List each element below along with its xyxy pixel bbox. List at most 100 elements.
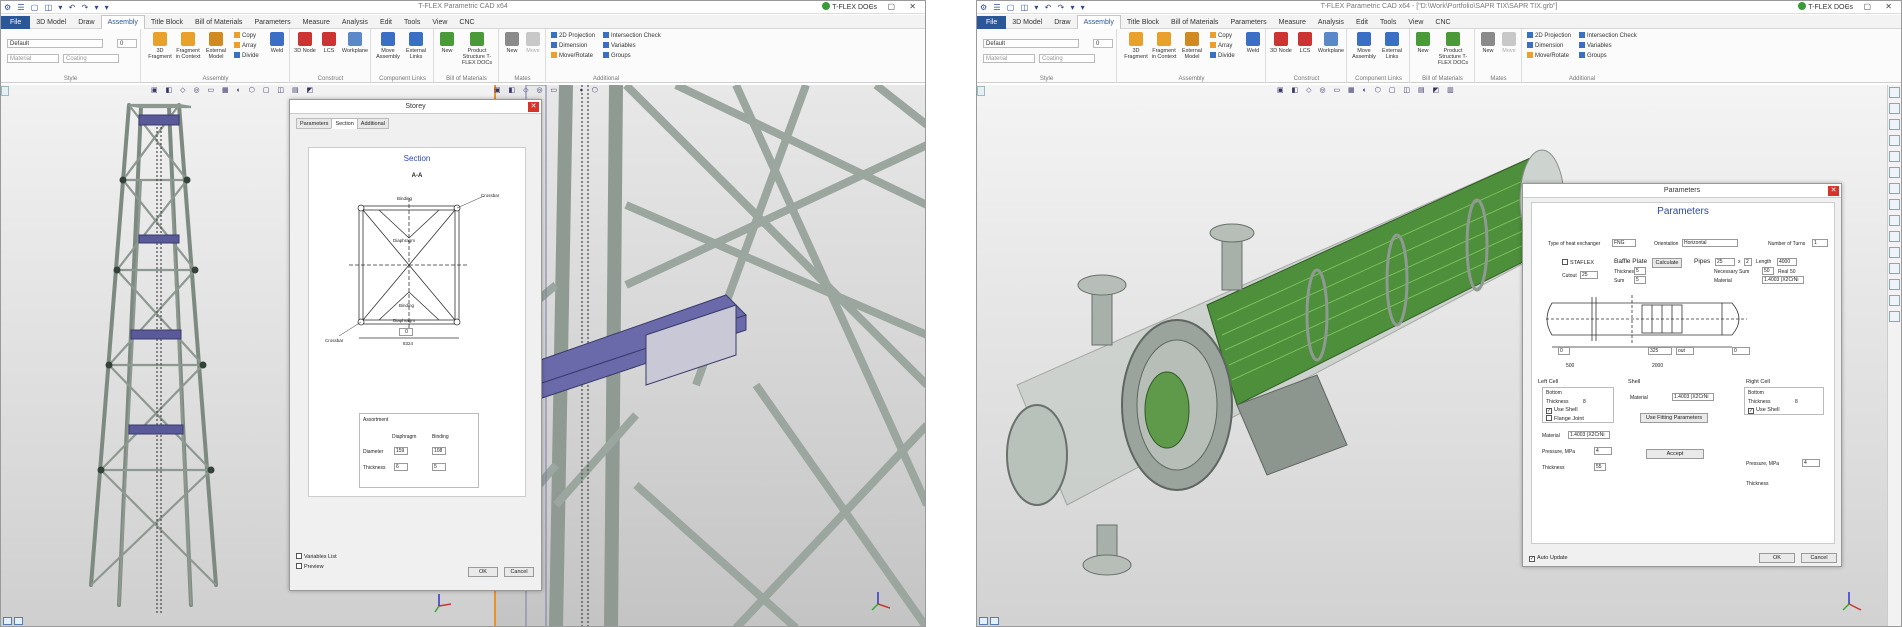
ok-button[interactable]: OK	[1759, 553, 1795, 563]
layer-field[interactable]: 0	[117, 39, 137, 48]
thickness-binding-field[interactable]: 5	[432, 463, 446, 471]
fit-icon[interactable]	[1889, 183, 1900, 194]
layer-field[interactable]: 0	[1093, 39, 1113, 48]
tool-copy[interactable]: Copy	[234, 32, 256, 40]
tool-product-structure[interactable]: Product Structure T-FLEX DOCs	[457, 32, 497, 66]
tool-external-links[interactable]: External Links	[402, 32, 430, 60]
right-dim-dropdown[interactable]: 0	[1732, 347, 1750, 355]
menu-cnc[interactable]: CNC	[453, 16, 480, 30]
tool-copy[interactable]: Copy	[1210, 32, 1232, 40]
menu-view[interactable]: View	[426, 16, 453, 30]
tool-intersection-check[interactable]: Intersection Check	[603, 32, 661, 40]
pipes-x-field[interactable]: 2	[1744, 258, 1752, 266]
menu-analysis[interactable]: Analysis	[1312, 16, 1350, 30]
tool-divide[interactable]: Divide	[234, 52, 259, 60]
tool-mates-new[interactable]: New	[502, 32, 522, 54]
statusbar-icon[interactable]	[14, 617, 23, 625]
ok-button[interactable]: OK	[468, 567, 498, 577]
menu-edit[interactable]: Edit	[374, 16, 398, 30]
section-icon[interactable]	[1889, 215, 1900, 226]
menu-measure[interactable]: Measure	[1273, 16, 1312, 30]
type-dropdown[interactable]: FNG	[1612, 239, 1636, 247]
diameter-diaphragm-field[interactable]: 159	[394, 447, 408, 455]
material-dropdown[interactable]: Material	[983, 54, 1035, 63]
pipes-field[interactable]: 25	[1715, 258, 1735, 266]
material-dropdown[interactable]: Material	[7, 54, 59, 63]
tool-array[interactable]: Array	[1210, 42, 1232, 50]
render-icon[interactable]	[1889, 231, 1900, 242]
statusbar-icon[interactable]	[3, 617, 12, 625]
menu-parameters[interactable]: Parameters	[1224, 16, 1272, 30]
menu-title-block[interactable]: Title Block	[145, 16, 189, 30]
menu-file[interactable]: File	[1, 16, 31, 30]
tool-variables[interactable]: Variables	[603, 42, 636, 50]
diameter-binding-field[interactable]: 108	[432, 447, 446, 455]
left-material-dropdown[interactable]: 1.4003 (X2CrNi	[1568, 431, 1610, 439]
tool-workplane[interactable]: Workplane	[1317, 32, 1345, 54]
tool-3d-fragment[interactable]: 3D Fragment	[146, 32, 174, 60]
tool-dimension[interactable]: Dimension	[1527, 42, 1563, 50]
close-icon[interactable]: ✕	[528, 102, 539, 112]
thickness-bottom-field[interactable]: 55	[1594, 463, 1606, 471]
left-use-shell-checkbox[interactable]: ✓ Use Shell	[1546, 407, 1578, 414]
tool-lcs[interactable]: LCS	[317, 32, 341, 54]
turns-dropdown[interactable]: 1	[1812, 239, 1828, 247]
dim-small-field[interactable]: 0	[1558, 347, 1570, 355]
style-dropdown[interactable]: Default	[7, 39, 103, 48]
tab-additional[interactable]: Additional	[356, 118, 389, 129]
measure-icon[interactable]	[1889, 295, 1900, 306]
cancel-button[interactable]: Cancel	[504, 567, 534, 577]
tool-weld[interactable]: Weld	[1242, 32, 1264, 54]
coating-dropdown[interactable]: Coating	[1039, 54, 1095, 63]
variables-list-checkbox[interactable]: Variables List	[296, 553, 337, 561]
menu-assembly[interactable]: Assembly	[100, 15, 145, 30]
coating-dropdown[interactable]: Coating	[63, 54, 119, 63]
tool-2d-projection[interactable]: 2D Projection	[551, 32, 595, 40]
menu-measure[interactable]: Measure	[297, 16, 336, 30]
use-fitting-button[interactable]: Use Fitting Parameters	[1640, 413, 1708, 423]
tab-section[interactable]: Section	[331, 118, 358, 129]
thickness-diaphragm-field[interactable]: 6	[394, 463, 408, 471]
tool-mates-new[interactable]: New	[1478, 32, 1498, 54]
length-field[interactable]: 4000	[1777, 258, 1797, 266]
tool-divide[interactable]: Divide	[1210, 52, 1235, 60]
menu-3d-model[interactable]: 3D Model	[1006, 16, 1048, 30]
row-field[interactable]: 50	[1762, 267, 1774, 275]
tool-fragment-in-context[interactable]: Fragment in Context	[1150, 32, 1178, 60]
right-use-shell-checkbox[interactable]: ✓ Use Shell	[1748, 407, 1780, 414]
style-dropdown[interactable]: Default	[983, 39, 1079, 48]
menu-view[interactable]: View	[1402, 16, 1429, 30]
menu-tools[interactable]: Tools	[398, 16, 426, 30]
statusbar-icon[interactable]	[979, 617, 988, 625]
tool-weld[interactable]: Weld	[266, 32, 288, 54]
diameter-field[interactable]: 325	[1648, 347, 1672, 355]
menu-assembly[interactable]: Assembly	[1076, 15, 1121, 30]
thickness-field[interactable]: 5	[1634, 267, 1646, 275]
tool-mates-move[interactable]: Move	[1499, 32, 1519, 54]
tool-external-model[interactable]: External Model	[1178, 32, 1206, 60]
preview-checkbox[interactable]: Preview	[296, 563, 324, 571]
view-icon[interactable]	[1889, 199, 1900, 210]
rotate-icon[interactable]	[1889, 167, 1900, 178]
tool-intersection-check[interactable]: Intersection Check	[1579, 32, 1637, 40]
menu-tools[interactable]: Tools	[1374, 16, 1402, 30]
tool-lcs[interactable]: LCS	[1293, 32, 1317, 54]
tool-bom-new[interactable]: New	[437, 32, 457, 54]
menu-bom[interactable]: Bill of Materials	[1165, 16, 1224, 30]
menu-cnc[interactable]: CNC	[1429, 16, 1456, 30]
menu-3d-model[interactable]: 3D Model	[30, 16, 72, 30]
accept-button[interactable]: Accept	[1646, 449, 1704, 459]
tool-bom-new[interactable]: New	[1413, 32, 1433, 54]
out-dropdown[interactable]: out	[1676, 347, 1694, 355]
menu-edit[interactable]: Edit	[1350, 16, 1374, 30]
tool-fragment-in-context[interactable]: Fragment in Context	[174, 32, 202, 60]
tool-groups[interactable]: Groups	[603, 52, 631, 60]
select-icon[interactable]	[1889, 279, 1900, 290]
filter-icon[interactable]	[1889, 263, 1900, 274]
pressure-left-dropdown[interactable]: 4	[1594, 447, 1612, 455]
dim-zero-field[interactable]: 0	[399, 328, 413, 336]
menu-parameters[interactable]: Parameters	[248, 16, 296, 30]
toolbar-icon[interactable]	[1889, 87, 1900, 98]
tool-groups[interactable]: Groups	[1579, 52, 1607, 60]
tool-3d-node[interactable]: 3D Node	[293, 32, 317, 54]
